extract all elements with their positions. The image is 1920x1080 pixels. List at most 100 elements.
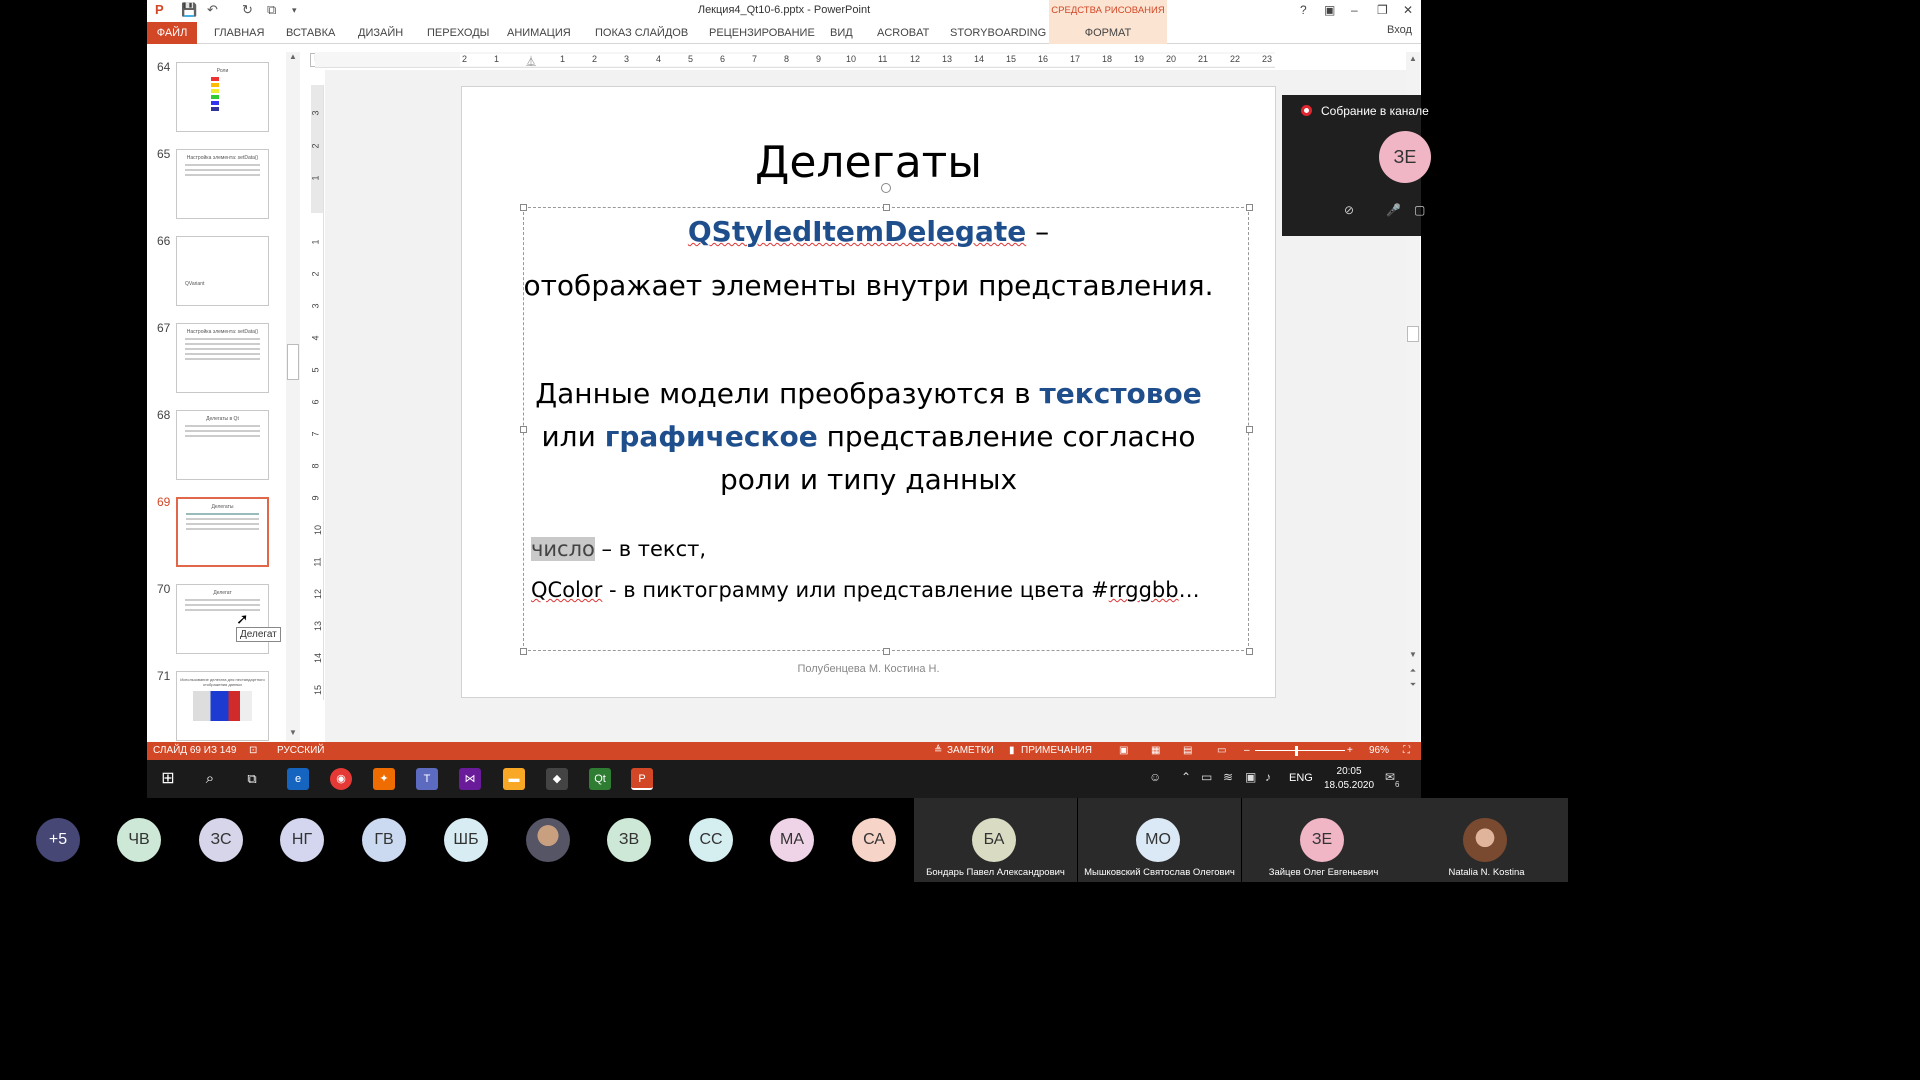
thumbnail-slide-67[interactable]: 67 Настройка элемента: setData() — [147, 321, 305, 401]
tab-review[interactable]: РЕЦЕНЗИРОВАНИЕ — [709, 27, 815, 39]
thumbnail-slide-71[interactable]: 71 Использование делегата для нестандарт… — [147, 669, 305, 741]
participant-tile[interactable]: Natalia N. Kostina — [1405, 798, 1568, 882]
scroll-up-icon[interactable]: ▲ — [286, 52, 300, 64]
zoom-out-button[interactable]: – — [1244, 745, 1250, 756]
zoom-level[interactable]: 96% — [1369, 745, 1389, 756]
participant-tile[interactable]: БА Бондарь Павел Александрович — [914, 798, 1077, 882]
microphone-icon[interactable]: 🎤 — [1386, 203, 1401, 217]
tab-home[interactable]: ГЛАВНАЯ — [214, 27, 264, 39]
wifi-icon[interactable]: ≋ — [1223, 770, 1233, 784]
resize-handle[interactable] — [520, 204, 527, 211]
meeting-mini-window[interactable]: Собрание в канале ЗЕ ⊘ 🎤 ▢ — [1282, 95, 1431, 236]
slide-canvas[interactable]: Делегаты QStyledItemDelegate – отображае… — [461, 86, 1276, 698]
file-explorer-icon[interactable]: ▬ — [503, 768, 525, 790]
battery-icon[interactable]: ▭ — [1201, 770, 1212, 784]
network-icon[interactable]: ▣ — [1245, 770, 1256, 784]
thumbnail-slide-65[interactable]: 65 Настройка элемента: setData() — [147, 147, 305, 227]
tab-acrobat[interactable]: ACROBAT — [877, 27, 929, 39]
chrome-icon[interactable]: ◉ — [330, 768, 352, 790]
thumbnail-slide-68[interactable]: 68 Делегаты в Qt — [147, 408, 305, 488]
previous-slide-icon[interactable]: ⏶ — [1406, 666, 1420, 676]
camera-off-icon[interactable]: ⊘ — [1344, 203, 1354, 217]
ribbon-display-options-icon[interactable]: ▣ — [1324, 3, 1335, 17]
slide-scrollbar-thumb[interactable] — [1407, 326, 1419, 342]
slide-sorter-icon[interactable]: ▦ — [1151, 745, 1160, 756]
participant-avatar[interactable]: ЗВ — [607, 818, 651, 862]
people-icon[interactable]: ☺ — [1149, 770, 1161, 784]
tab-transitions[interactable]: ПЕРЕХОДЫ — [427, 27, 489, 39]
scroll-up-icon[interactable]: ▲ — [1406, 54, 1420, 63]
task-view-icon[interactable]: ⧉ — [241, 768, 263, 790]
reading-view-icon[interactable]: ▤ — [1183, 745, 1192, 756]
spellcheck-icon[interactable]: ⊡ — [249, 745, 257, 756]
zoom-slider[interactable] — [1255, 750, 1345, 751]
volume-icon[interactable]: ♪ — [1265, 770, 1271, 784]
tab-slideshow[interactable]: ПОКАЗ СЛАЙДОВ — [595, 27, 688, 39]
visual-studio-icon[interactable]: ⋈ — [459, 768, 481, 790]
edge-icon[interactable]: e — [287, 768, 309, 790]
indent-marker-icon[interactable]: ⏅ — [526, 53, 536, 68]
participant-avatar[interactable]: СС — [689, 818, 733, 862]
teams-icon[interactable]: T — [416, 768, 438, 790]
qt-creator-icon[interactable]: Qt — [589, 768, 611, 790]
tray-expand-icon[interactable]: ⌃ — [1181, 770, 1191, 784]
comments-button[interactable]: ПРИМЕЧАНИЯ — [1021, 745, 1092, 756]
participant-avatar[interactable]: МА — [770, 818, 814, 862]
slide-title[interactable]: Делегаты — [462, 137, 1275, 188]
notifications-icon[interactable]: ✉ — [1385, 770, 1395, 784]
input-language[interactable]: ENG — [1289, 772, 1313, 784]
close-icon[interactable]: ✕ — [1403, 3, 1413, 17]
rotation-handle[interactable] — [881, 183, 891, 193]
windows-start-icon[interactable]: ⊞ — [157, 768, 179, 790]
tab-storyboarding[interactable]: STORYBOARDING — [950, 27, 1046, 39]
powerpoint-taskbar-icon[interactable]: P — [631, 768, 653, 790]
resize-handle[interactable] — [520, 648, 527, 655]
tab-insert[interactable]: ВСТАВКА — [286, 27, 335, 39]
normal-view-icon[interactable]: ▣ — [1119, 745, 1128, 756]
next-slide-icon[interactable]: ⏷ — [1406, 680, 1420, 690]
app-icon[interactable]: ✦ — [373, 768, 395, 790]
participant-avatar[interactable]: НГ — [280, 818, 324, 862]
thumbnail-slide-66[interactable]: 66 QVariant — [147, 234, 305, 314]
thumbnail-slide-69[interactable]: 69 Делегаты — [147, 495, 305, 575]
tab-format[interactable]: ФОРМАТ — [1049, 22, 1167, 44]
thumbnail-slide-64[interactable]: 64 Роли — [147, 60, 305, 140]
restore-icon[interactable]: ❐ — [1377, 3, 1388, 17]
slide-counter[interactable]: СЛАЙД 69 ИЗ 149 — [153, 745, 236, 756]
signin-link[interactable]: Вход — [1387, 24, 1412, 36]
clock[interactable]: 20:05 18.05.2020 — [1324, 765, 1374, 793]
search-icon[interactable]: ⌕ — [199, 768, 221, 790]
more-participants-button[interactable]: +5 — [36, 818, 80, 862]
fit-to-window-icon[interactable]: ⛶ — [1403, 745, 1410, 756]
language-indicator[interactable]: РУССКИЙ — [277, 745, 324, 756]
notes-button[interactable]: ЗАМЕТКИ — [947, 745, 994, 756]
share-screen-icon[interactable]: ▢ — [1414, 203, 1425, 217]
participant-avatar[interactable]: ГВ — [362, 818, 406, 862]
git-icon[interactable]: ◆ — [546, 768, 568, 790]
minimize-icon[interactable]: – — [1351, 3, 1358, 17]
participant-avatar[interactable]: ЗС — [199, 818, 243, 862]
participant-avatar[interactable]: СА — [852, 818, 896, 862]
participant-photo-avatar[interactable] — [526, 818, 570, 862]
help-icon[interactable]: ? — [1300, 3, 1307, 17]
participant-avatar[interactable]: ЧВ — [117, 818, 161, 862]
tab-view[interactable]: ВИД — [830, 27, 853, 39]
resize-handle[interactable] — [1246, 204, 1253, 211]
thumbnail-slide-70[interactable]: 70 Делегат — [147, 582, 305, 662]
resize-handle[interactable] — [1246, 648, 1253, 655]
participant-tile[interactable]: МО Мышковский Святослав Олегович — [1078, 798, 1241, 882]
thumbnail-scrollbar-thumb[interactable] — [287, 344, 299, 380]
thumbnail-scrollbar[interactable]: ▲ ▼ — [286, 52, 300, 741]
scroll-down-icon[interactable]: ▼ — [1406, 650, 1420, 659]
participant-tile[interactable]: ЗЕ Зайцев Олег Евгеньевич — [1242, 798, 1405, 882]
zoom-in-button[interactable]: + — [1347, 745, 1353, 756]
resize-handle[interactable] — [883, 648, 890, 655]
participant-avatar[interactable]: ШБ — [444, 818, 488, 862]
tab-design[interactable]: ДИЗАЙН — [358, 27, 403, 39]
tab-file[interactable]: ФАЙЛ — [147, 22, 197, 44]
tab-animation[interactable]: АНИМАЦИЯ — [507, 27, 571, 39]
scroll-down-icon[interactable]: ▼ — [286, 728, 300, 740]
slideshow-view-icon[interactable]: ▭ — [1217, 745, 1226, 756]
zoom-slider-thumb[interactable] — [1295, 746, 1298, 756]
resize-handle[interactable] — [883, 204, 890, 211]
